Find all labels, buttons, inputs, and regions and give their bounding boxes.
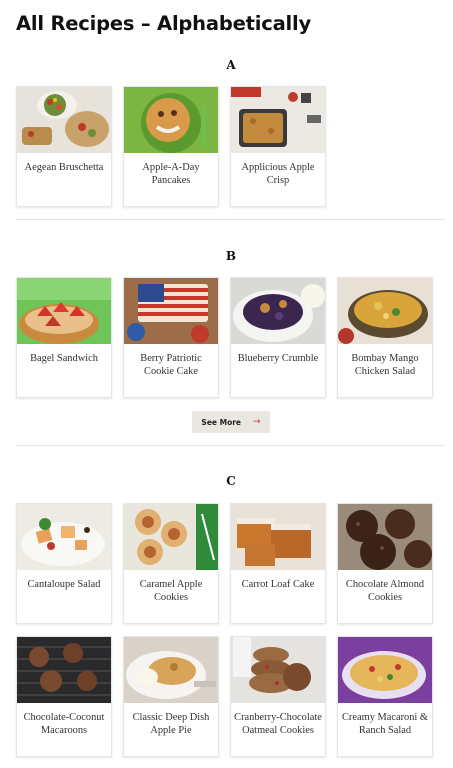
recipe-image[interactable] — [124, 278, 218, 344]
see-more-button[interactable]: See More → — [192, 411, 270, 433]
recipe-card-chocolate-coconut-macaroons[interactable]: Chocolate-Coconut Macaroons — [16, 636, 112, 757]
recipe-name[interactable]: Bombay Mango Chicken Salad — [341, 353, 429, 378]
recipe-image[interactable] — [124, 637, 218, 703]
section-divider — [16, 445, 445, 446]
recipe-card-bagel-sandwich[interactable]: Bagel Sandwich — [16, 277, 112, 398]
arrow-right-icon: → — [253, 417, 261, 427]
recipe-name[interactable]: Creamy Macaroni & Ranch Salad — [341, 712, 429, 737]
recipe-image[interactable] — [124, 87, 218, 153]
recipe-card-creamy-macaroni-ranch-salad[interactable]: Creamy Macaroni & Ranch Salad — [337, 636, 433, 757]
recipe-image[interactable] — [231, 278, 325, 344]
recipe-name[interactable]: Berry Patriotic Cookie Cake — [127, 353, 215, 378]
recipe-image[interactable] — [338, 637, 432, 703]
recipe-card-berry-patriotic-cookie-cake[interactable]: Berry Patriotic Cookie Cake — [123, 277, 219, 398]
recipe-card-carrot-loaf-cake[interactable]: Carrot Loaf Cake — [230, 503, 326, 624]
recipe-card-aegean-bruschetta[interactable]: Aegean Bruschetta — [16, 86, 112, 207]
recipe-card-apple-a-day-pancakes[interactable]: Apple-A-Day Pancakes — [123, 86, 219, 207]
recipe-image[interactable] — [231, 504, 325, 570]
recipe-name[interactable]: Carrot Loaf Cake — [234, 579, 322, 592]
recipe-image[interactable] — [17, 637, 111, 703]
recipe-card-cranberry-chocolate-oatmeal-cookies[interactable]: Cranberry-Chocolate Oatmeal Cookies — [230, 636, 326, 757]
recipe-card-bombay-mango-chicken-salad[interactable]: Bombay Mango Chicken Salad — [337, 277, 433, 398]
recipe-card-classic-deep-dish-apple-pie[interactable]: Classic Deep Dish Apple Pie — [123, 636, 219, 757]
page-title: All Recipes – Alphabetically — [16, 12, 312, 35]
section-letter-b: B — [225, 249, 237, 263]
recipe-image[interactable] — [338, 504, 432, 570]
section-letter-a: A — [226, 58, 236, 72]
recipe-name[interactable]: Chocolate Almond Cookies — [341, 579, 429, 604]
recipe-name[interactable]: Aegean Bruschetta — [20, 162, 108, 175]
recipe-image[interactable] — [17, 504, 111, 570]
recipe-image[interactable] — [124, 504, 218, 570]
section-letter-c: C — [226, 474, 236, 488]
recipe-card-blueberry-crumble[interactable]: Blueberry Crumble — [230, 277, 326, 398]
recipe-name[interactable]: Chocolate-Coconut Macaroons — [20, 712, 108, 737]
recipe-name[interactable]: Classic Deep Dish Apple Pie — [127, 712, 215, 737]
recipe-name[interactable]: Applicious Apple Crisp — [234, 162, 322, 187]
recipe-name[interactable]: Apple-A-Day Pancakes — [127, 162, 215, 187]
recipe-name[interactable]: Caramel Apple Cookies — [127, 579, 215, 604]
recipe-image[interactable] — [231, 637, 325, 703]
recipe-image[interactable] — [338, 278, 432, 344]
recipe-card-applicious-apple-crisp[interactable]: Applicious Apple Crisp — [230, 86, 326, 207]
recipe-card-caramel-apple-cookies[interactable]: Caramel Apple Cookies — [123, 503, 219, 624]
see-more-label: See More — [201, 417, 242, 427]
recipe-name[interactable]: Cranberry-Chocolate Oatmeal Cookies — [234, 712, 322, 737]
recipe-card-cantaloupe-salad[interactable]: Cantaloupe Salad — [16, 503, 112, 624]
recipe-name[interactable]: Blueberry Crumble — [234, 353, 322, 366]
recipe-image[interactable] — [17, 87, 111, 153]
recipe-image[interactable] — [17, 278, 111, 344]
recipe-name[interactable]: Bagel Sandwich — [20, 353, 108, 366]
section-divider — [16, 219, 445, 220]
recipe-card-chocolate-almond-cookies[interactable]: Chocolate Almond Cookies — [337, 503, 433, 624]
recipe-image[interactable] — [231, 87, 325, 153]
recipe-name[interactable]: Cantaloupe Salad — [20, 579, 108, 592]
